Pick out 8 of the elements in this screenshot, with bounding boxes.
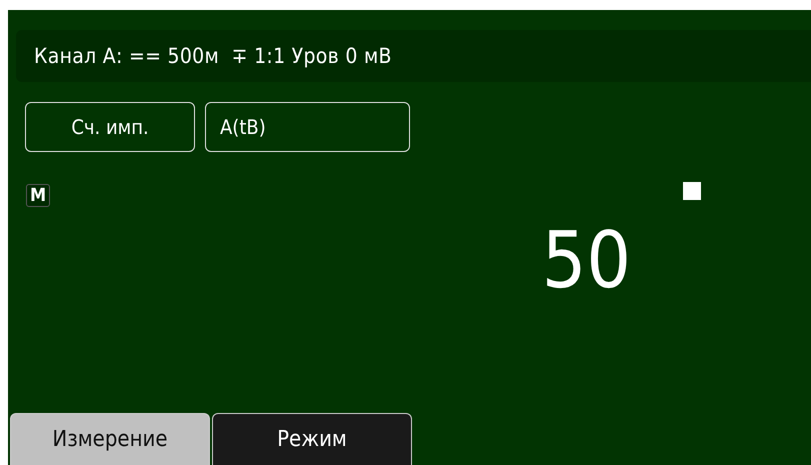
tab[interactable]: Измерение (10, 413, 210, 465)
menu-button[interactable]: Сч. имп. (25, 102, 195, 152)
mode-indicator: М (26, 184, 50, 207)
tab[interactable]: Режим (212, 413, 412, 465)
channel-status-text: Канал А: == 500м ∓ 1:1 Уров 0 мВ (34, 44, 392, 68)
square-marker-icon (683, 182, 701, 200)
measurement-value: 50 (542, 222, 631, 300)
menu-button[interactable]: А(tВ) (205, 102, 410, 152)
